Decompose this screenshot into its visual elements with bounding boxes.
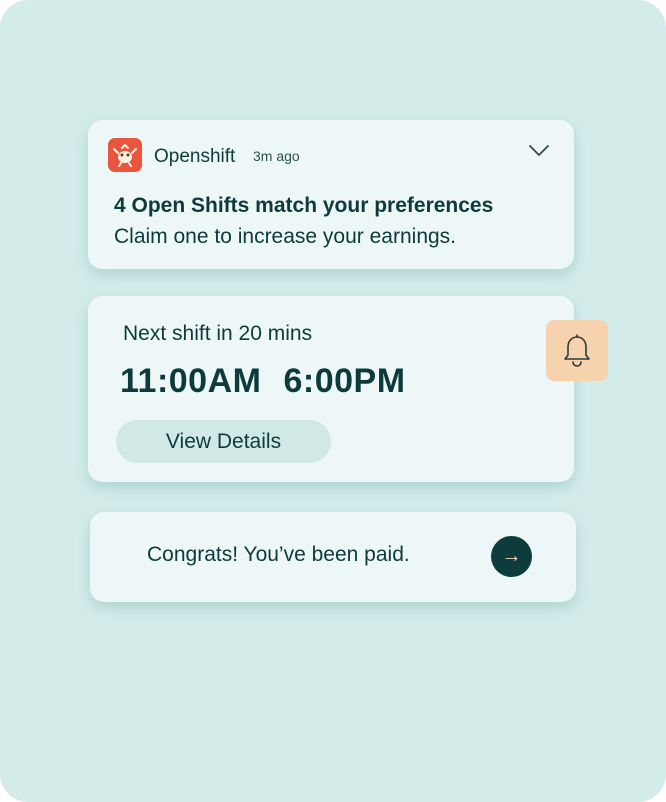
- shift-end-time: 6:00PM: [283, 362, 406, 400]
- chevron-down-icon[interactable]: [528, 142, 550, 158]
- bell-icon: [546, 320, 608, 381]
- timestamp: 3m ago: [253, 148, 300, 164]
- shift-start-time: 11:00AM: [120, 362, 262, 400]
- notification-card[interactable]: Openshift 3m ago 4 Open Shifts match you…: [88, 120, 574, 269]
- view-details-button[interactable]: View Details: [116, 420, 331, 463]
- notification-body: Claim one to increase your earnings.: [114, 225, 457, 248]
- payment-card[interactable]: Congrats! You’ve been paid. →: [90, 512, 576, 602]
- payment-message: Congrats! You’ve been paid.: [147, 543, 410, 566]
- arrow-right-icon[interactable]: →: [491, 536, 532, 577]
- openshift-logo-icon: [108, 138, 142, 172]
- next-shift-card: Next shift in 20 mins 11:00AM 6:00PM View…: [88, 296, 574, 482]
- next-shift-heading: Next shift in 20 mins: [123, 322, 313, 345]
- app-name: Openshift: [154, 146, 236, 167]
- background-panel: Openshift 3m ago 4 Open Shifts match you…: [0, 0, 666, 802]
- shift-times: 11:00AM 6:00PM: [120, 362, 406, 401]
- notification-title: 4 Open Shifts match your preferences: [114, 194, 494, 217]
